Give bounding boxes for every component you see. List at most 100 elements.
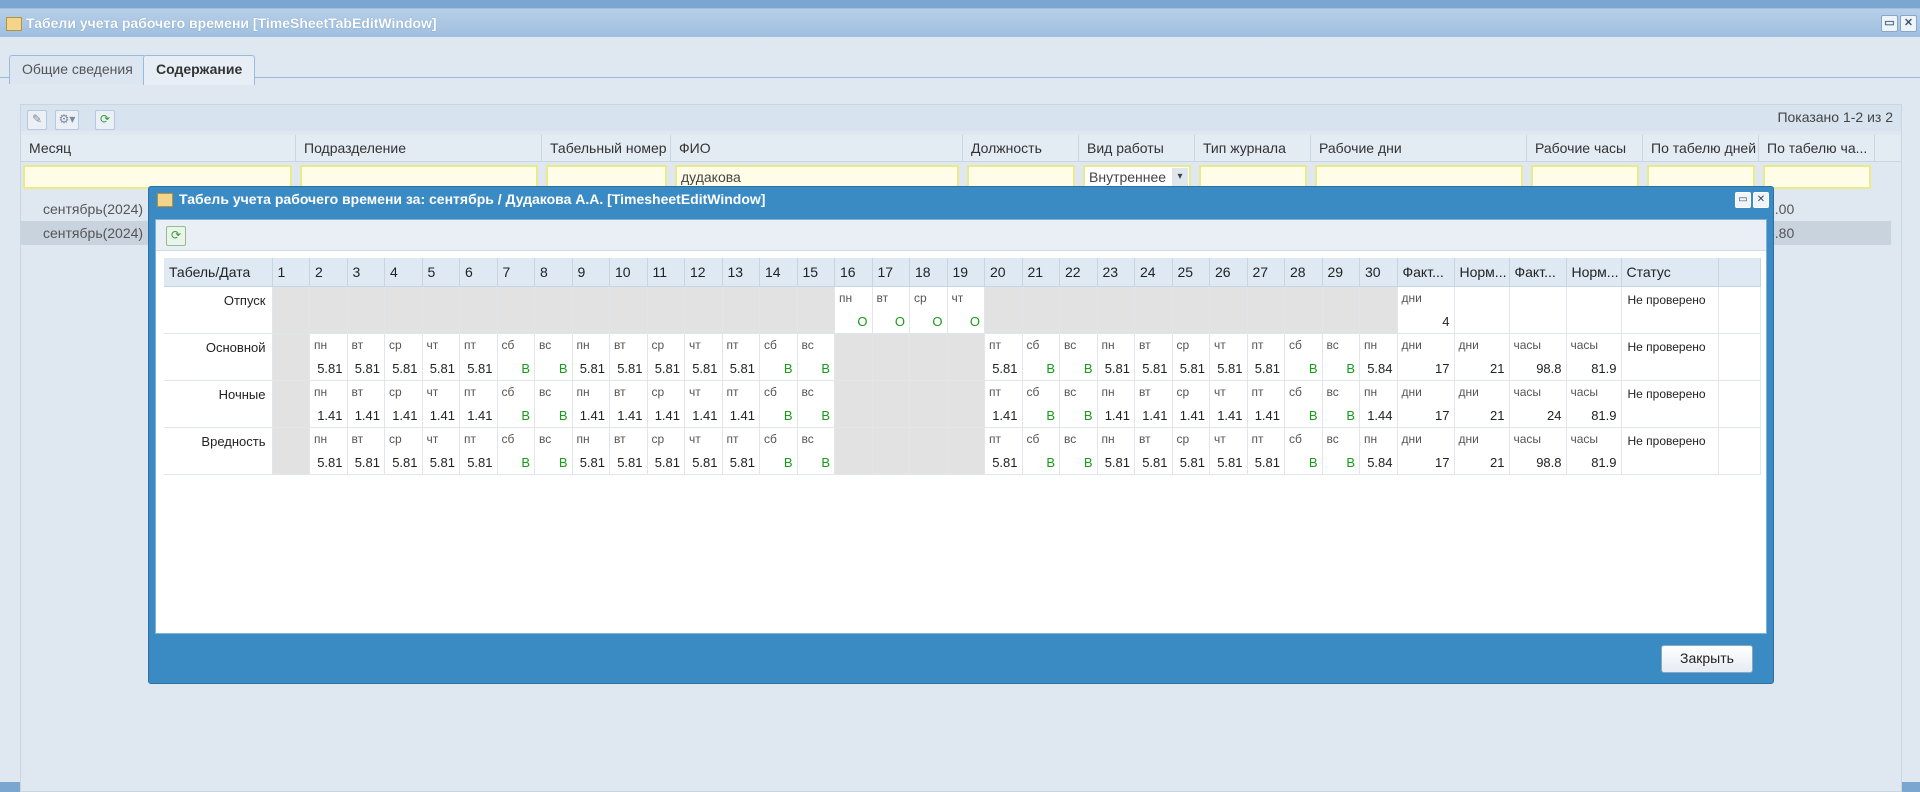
close-icon[interactable]: ✕: [1900, 15, 1917, 32]
summary-cell[interactable]: часы 24: [1509, 380, 1567, 428]
day-cell[interactable]: пн 5.81: [309, 427, 348, 475]
day-cell[interactable]: пн 5.81: [1097, 427, 1135, 475]
summary-cell[interactable]: дни 21: [1454, 427, 1510, 475]
day-cell[interactable]: вс В: [1322, 380, 1360, 428]
filter-tab-hours[interactable]: [1763, 165, 1871, 189]
day-cell[interactable]: пн 1.41: [309, 380, 348, 428]
header-timesheet-date[interactable]: Табель/Дата: [164, 258, 273, 287]
day-cell[interactable]: чт 1.41: [1209, 380, 1248, 428]
col-journal-type[interactable]: Тип журнала: [1195, 135, 1311, 161]
day-cell[interactable]: ср 1.41: [647, 380, 685, 428]
header-day[interactable]: 16: [834, 258, 873, 287]
day-cell[interactable]: ср 5.81: [1172, 427, 1210, 475]
day-cell[interactable]: пт 5.81: [984, 333, 1023, 381]
day-cell[interactable]: ср 1.41: [384, 380, 423, 428]
day-cell[interactable]: ср 5.81: [647, 427, 685, 475]
day-cell[interactable]: чт 5.81: [422, 333, 460, 381]
day-cell[interactable]: ср 5.81: [384, 333, 423, 381]
day-cell[interactable]: пт 5.81: [459, 333, 498, 381]
header-day[interactable]: 14: [759, 258, 798, 287]
day-cell[interactable]: вс В: [1059, 333, 1098, 381]
header-day[interactable]: 18: [909, 258, 948, 287]
col-tab-number[interactable]: Табельный номер: [542, 135, 671, 161]
day-cell[interactable]: пт 5.81: [1247, 333, 1285, 381]
header-day[interactable]: 15: [797, 258, 835, 287]
day-cell[interactable]: пн 1.41: [1097, 380, 1135, 428]
day-cell[interactable]: вт 1.41: [347, 380, 385, 428]
outer-window-titlebar[interactable]: Табели учета рабочего времени [TimeSheet…: [0, 9, 1920, 37]
header-day[interactable]: 26: [1209, 258, 1248, 287]
day-cell[interactable]: [572, 286, 610, 334]
day-cell[interactable]: пт 5.81: [722, 427, 760, 475]
header-day[interactable]: 19: [947, 258, 985, 287]
summary-cell[interactable]: [1509, 286, 1567, 334]
day-cell[interactable]: вт 1.41: [609, 380, 648, 428]
day-cell[interactable]: пт 5.81: [984, 427, 1023, 475]
day-cell[interactable]: вс В: [797, 427, 835, 475]
header-summary[interactable]: Норм...: [1566, 258, 1622, 287]
day-cell[interactable]: ср 1.41: [1172, 380, 1210, 428]
day-cell[interactable]: [272, 333, 310, 381]
day-cell[interactable]: чт 5.81: [684, 427, 723, 475]
header-summary[interactable]: Статус: [1621, 258, 1719, 287]
day-cell[interactable]: ср 5.81: [384, 427, 423, 475]
summary-cell[interactable]: [1566, 286, 1622, 334]
day-cell[interactable]: [647, 286, 685, 334]
col-month[interactable]: Месяц: [21, 135, 296, 161]
table-row[interactable]: Вредность пн 5.81 вт 5.81 ср 5.81 чт 5.81 пт 5.81 с…: [164, 427, 1761, 475]
header-day[interactable]: 3: [347, 258, 385, 287]
day-cell[interactable]: пн 5.81: [572, 427, 610, 475]
modal-titlebar[interactable]: Табель учета рабочего времени за: сентяб…: [149, 187, 1773, 211]
day-cell[interactable]: [722, 286, 760, 334]
table-row[interactable]: Основной пн 5.81 вт 5.81 ср 5.81 чт 5.81 пт 5.81 сб…: [164, 333, 1761, 381]
day-cell[interactable]: сб В: [1284, 333, 1323, 381]
day-cell[interactable]: сб В: [1022, 427, 1060, 475]
day-cell[interactable]: чт О: [947, 286, 985, 334]
header-day[interactable]: 1: [272, 258, 310, 287]
day-cell[interactable]: сб В: [497, 333, 535, 381]
header-day[interactable]: 5: [422, 258, 460, 287]
day-cell[interactable]: вс В: [797, 333, 835, 381]
edit-icon[interactable]: ✎: [27, 110, 47, 130]
day-cell[interactable]: [947, 427, 985, 475]
day-cell[interactable]: сб В: [497, 380, 535, 428]
refresh-icon[interactable]: ⟳: [166, 226, 186, 246]
day-cell[interactable]: [1209, 286, 1248, 334]
close-button[interactable]: Закрыть: [1661, 645, 1753, 673]
day-cell[interactable]: [834, 427, 873, 475]
close-icon[interactable]: ✕: [1753, 192, 1769, 208]
header-day[interactable]: 6: [459, 258, 498, 287]
day-cell[interactable]: чт 5.81: [422, 427, 460, 475]
status-cell[interactable]: Не проверено: [1621, 380, 1719, 428]
header-day[interactable]: 27: [1247, 258, 1285, 287]
day-cell[interactable]: [684, 286, 723, 334]
day-cell[interactable]: сб В: [1284, 380, 1323, 428]
day-cell[interactable]: [1322, 286, 1360, 334]
day-cell[interactable]: вс В: [1322, 427, 1360, 475]
day-cell[interactable]: [797, 286, 835, 334]
day-cell[interactable]: [1134, 286, 1173, 334]
header-summary[interactable]: Факт...: [1397, 258, 1455, 287]
status-cell[interactable]: Не проверено: [1621, 286, 1719, 334]
header-day[interactable]: 23: [1097, 258, 1135, 287]
day-cell[interactable]: пт 5.81: [1247, 427, 1285, 475]
day-cell[interactable]: [1359, 286, 1398, 334]
day-cell[interactable]: [272, 427, 310, 475]
header-day[interactable]: 9: [572, 258, 610, 287]
day-cell[interactable]: вт 1.41: [1134, 380, 1173, 428]
day-cell[interactable]: чт 5.81: [1209, 427, 1248, 475]
day-cell[interactable]: [272, 380, 310, 428]
day-cell[interactable]: чт 5.81: [1209, 333, 1248, 381]
day-cell[interactable]: [1247, 286, 1285, 334]
day-cell[interactable]: пн 5.81: [572, 333, 610, 381]
day-cell[interactable]: пн О: [834, 286, 873, 334]
header-summary[interactable]: Норм...: [1454, 258, 1510, 287]
chevron-down-icon[interactable]: ▾: [1172, 168, 1188, 186]
summary-cell[interactable]: часы 98.8: [1509, 427, 1567, 475]
day-cell[interactable]: [759, 286, 798, 334]
day-cell[interactable]: [909, 380, 948, 428]
table-row[interactable]: Отпуск пн Овт Оср Очт Одни 4 Не проверено: [164, 286, 1761, 334]
col-work-type[interactable]: Вид работы: [1079, 135, 1195, 161]
maximize-icon[interactable]: ▭: [1881, 15, 1898, 32]
day-cell[interactable]: пт 1.41: [459, 380, 498, 428]
